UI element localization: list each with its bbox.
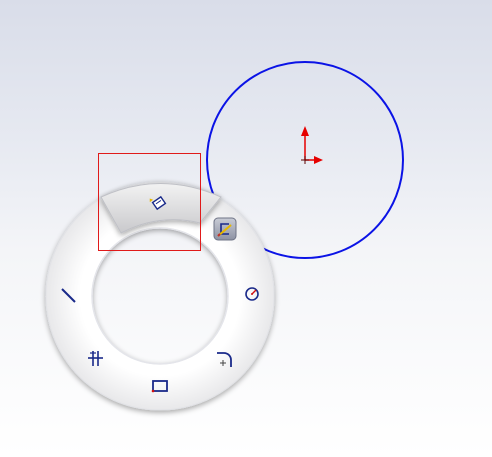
origin-icon [301,126,323,164]
exit-sketch-button[interactable] [213,217,237,241]
sketch-canvas[interactable] [0,0,492,457]
mouse-gesture-wheel [45,181,275,411]
graphics-area[interactable] [0,0,492,457]
